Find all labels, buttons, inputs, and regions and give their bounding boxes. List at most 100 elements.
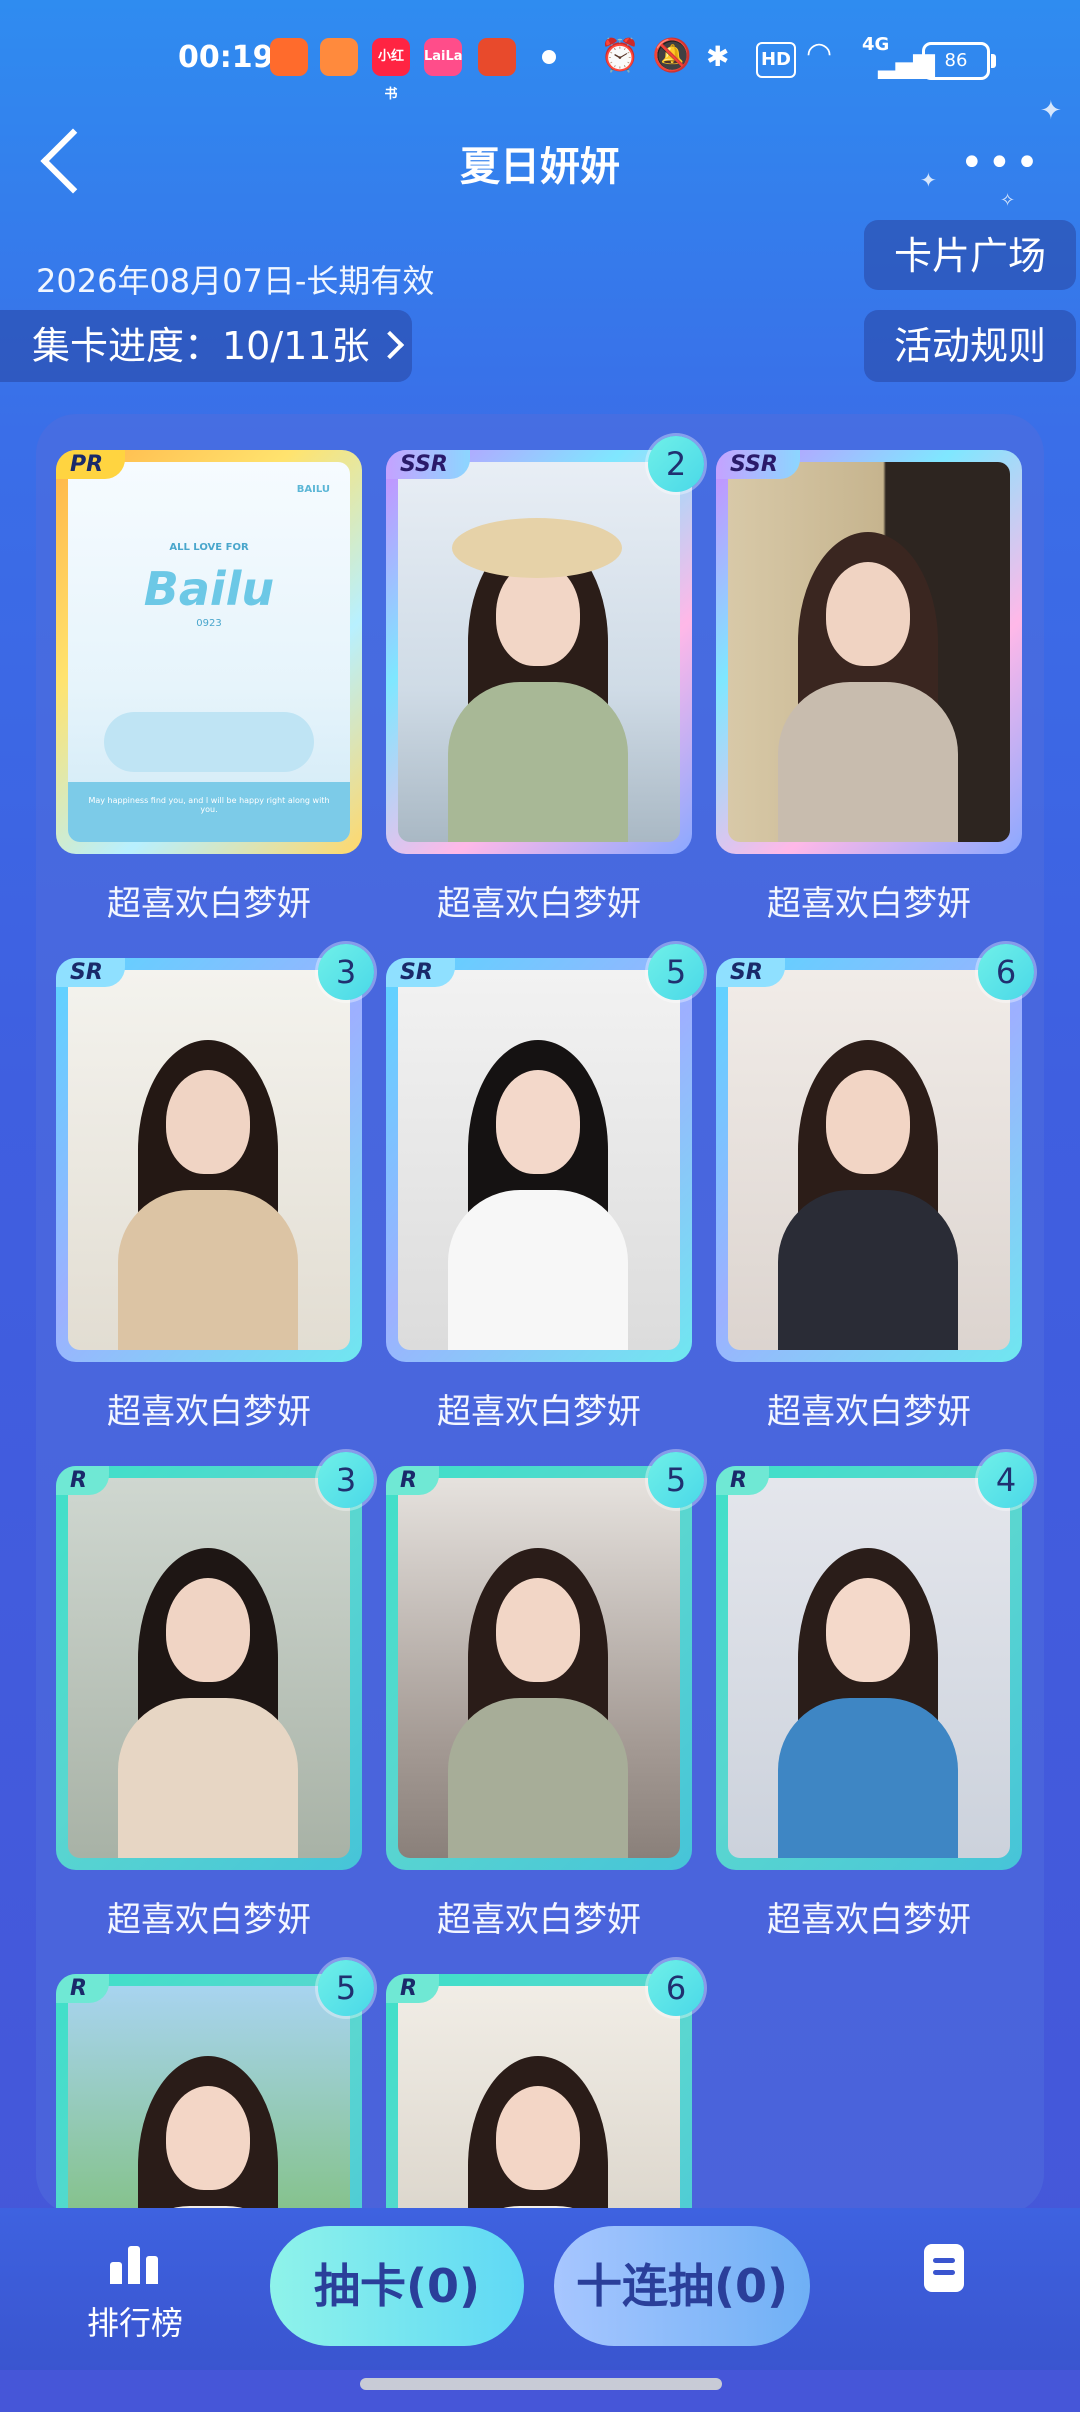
bluetooth-icon: ✱ xyxy=(706,40,730,73)
portrait-photo xyxy=(68,970,350,1350)
art-sub: 0923 xyxy=(196,618,222,629)
card-frame xyxy=(716,1466,1022,1870)
notification-dot xyxy=(542,50,556,64)
rarity-badge: SSR xyxy=(716,450,800,479)
card-frame xyxy=(56,958,362,1362)
status-bar: 00:19 小红书 LaiLa ⏰ 🔕 ✱ HD ◠ 4G ▂▄▆ 86 xyxy=(0,0,1080,120)
card-image xyxy=(398,1986,680,2214)
rarity-badge: SR xyxy=(56,958,125,987)
card-frame: BAILU ALL LOVE FOR Bailu 0923 May happiness … xyxy=(56,450,362,854)
card-frame xyxy=(716,450,1022,854)
portrait-photo xyxy=(68,1478,350,1858)
card-count-badge: 2 xyxy=(648,436,704,492)
card-image xyxy=(68,1986,350,2214)
card-count-badge: 5 xyxy=(648,944,704,1000)
draw-card-button[interactable]: 抽卡(0) xyxy=(270,2226,524,2346)
records-icon[interactable] xyxy=(924,2244,964,2292)
rarity-badge: R xyxy=(56,1466,109,1495)
card-image: BAILU ALL LOVE FOR Bailu 0923 May happiness … xyxy=(68,462,350,842)
mute-bell-icon: 🔕 xyxy=(652,36,692,74)
portrait-face xyxy=(166,1070,250,1174)
card-image xyxy=(398,970,680,1350)
card-count-badge: 5 xyxy=(648,1452,704,1508)
portrait-body xyxy=(118,1698,298,1858)
battery-icon: 86 xyxy=(922,42,996,80)
battery-level: 86 xyxy=(944,50,968,71)
home-indicator[interactable] xyxy=(360,2378,722,2390)
activity-rules-button[interactable]: 活动规则 xyxy=(864,310,1076,382)
card-frame xyxy=(386,1466,692,1870)
portrait-body xyxy=(778,682,958,842)
art-logo: Bailu xyxy=(143,562,275,616)
card-count-badge: 3 xyxy=(318,1452,374,1508)
card-count-badge: 4 xyxy=(978,1452,1034,1508)
cloud-illustration xyxy=(104,712,314,772)
card-count-badge: 3 xyxy=(318,944,374,1000)
portrait-photo xyxy=(728,970,1010,1350)
laila-icon: LaiLa xyxy=(424,38,463,76)
art-footer: May happiness find you, and I will be ha… xyxy=(68,782,350,842)
shop-icon xyxy=(478,38,516,76)
art-brand: BAILU xyxy=(296,484,330,495)
card-name: 超喜欢白梦妍 xyxy=(107,884,311,924)
card-count-badge: 6 xyxy=(648,1960,704,2016)
hd-icon: HD xyxy=(756,42,796,78)
portrait-body xyxy=(778,1190,958,1350)
status-time: 00:19 xyxy=(178,40,274,75)
portrait-face xyxy=(496,2086,580,2190)
collection-progress-button[interactable]: 集卡进度：10/11张 xyxy=(0,310,412,382)
portrait-photo xyxy=(728,462,1010,842)
card-count-badge: 5 xyxy=(318,1960,374,2016)
card-image xyxy=(398,462,680,842)
card-frame xyxy=(56,1466,362,1870)
sparkle-decoration: ✧ xyxy=(1000,190,1016,211)
portrait-face xyxy=(496,1578,580,1682)
card-image xyxy=(728,462,1010,842)
rarity-badge: R xyxy=(716,1466,769,1495)
rarity-badge: SSR xyxy=(386,450,470,479)
card-image xyxy=(68,970,350,1350)
card-name: 超喜欢白梦妍 xyxy=(767,1392,971,1432)
card-name: 超喜欢白梦妍 xyxy=(767,1900,971,1940)
card-image xyxy=(728,970,1010,1350)
card-plaza-button[interactable]: 卡片广场 xyxy=(864,220,1076,290)
rarity-badge: PR xyxy=(56,450,126,479)
rarity-badge: SR xyxy=(716,958,785,987)
portrait-photo xyxy=(398,462,680,842)
ranking-chart-icon xyxy=(110,2244,158,2284)
ranking-label: 排行榜 xyxy=(86,2304,183,2342)
bottom-action-bar: 排行榜 抽卡(0) 十连抽(0) xyxy=(0,2208,1080,2370)
alarm-icon: ⏰ xyxy=(600,36,640,74)
rarity-badge: SR xyxy=(386,958,455,987)
card-name: 超喜欢白梦妍 xyxy=(107,1900,311,1940)
card-frame xyxy=(386,450,692,854)
card-image xyxy=(398,1478,680,1858)
rarity-badge: R xyxy=(56,1974,109,2003)
rarity-badge: R xyxy=(386,1974,439,2003)
page-title: 夏日妍妍 xyxy=(460,144,620,190)
card-frame xyxy=(716,958,1022,1362)
portrait-face xyxy=(166,1578,250,1682)
portrait-face xyxy=(826,1070,910,1174)
more-options-icon[interactable]: ••• xyxy=(960,138,1040,188)
card-name: 超喜欢白梦妍 xyxy=(437,1392,641,1432)
portrait-face xyxy=(496,1070,580,1174)
card-name: 超喜欢白梦妍 xyxy=(437,1900,641,1940)
card-frame xyxy=(386,958,692,1362)
portrait-body xyxy=(448,1698,628,1858)
portrait-photo xyxy=(68,1986,350,2214)
portrait-body xyxy=(448,1190,628,1350)
ten-draw-button[interactable]: 十连抽(0) xyxy=(554,2226,810,2346)
kuaishou-icon xyxy=(270,38,308,76)
art-tagline: ALL LOVE FOR xyxy=(169,542,249,553)
validity-text: 2026年08月07日-长期有效 xyxy=(36,262,435,300)
portrait-photo xyxy=(398,970,680,1350)
portrait-face xyxy=(826,1578,910,1682)
portrait-body xyxy=(778,1698,958,1858)
portrait-body xyxy=(118,1190,298,1350)
portrait-face xyxy=(166,2086,250,2190)
card-name: 超喜欢白梦妍 xyxy=(767,884,971,924)
rarity-badge: R xyxy=(386,1466,439,1495)
card-image xyxy=(728,1478,1010,1858)
portrait-photo xyxy=(398,1986,680,2214)
